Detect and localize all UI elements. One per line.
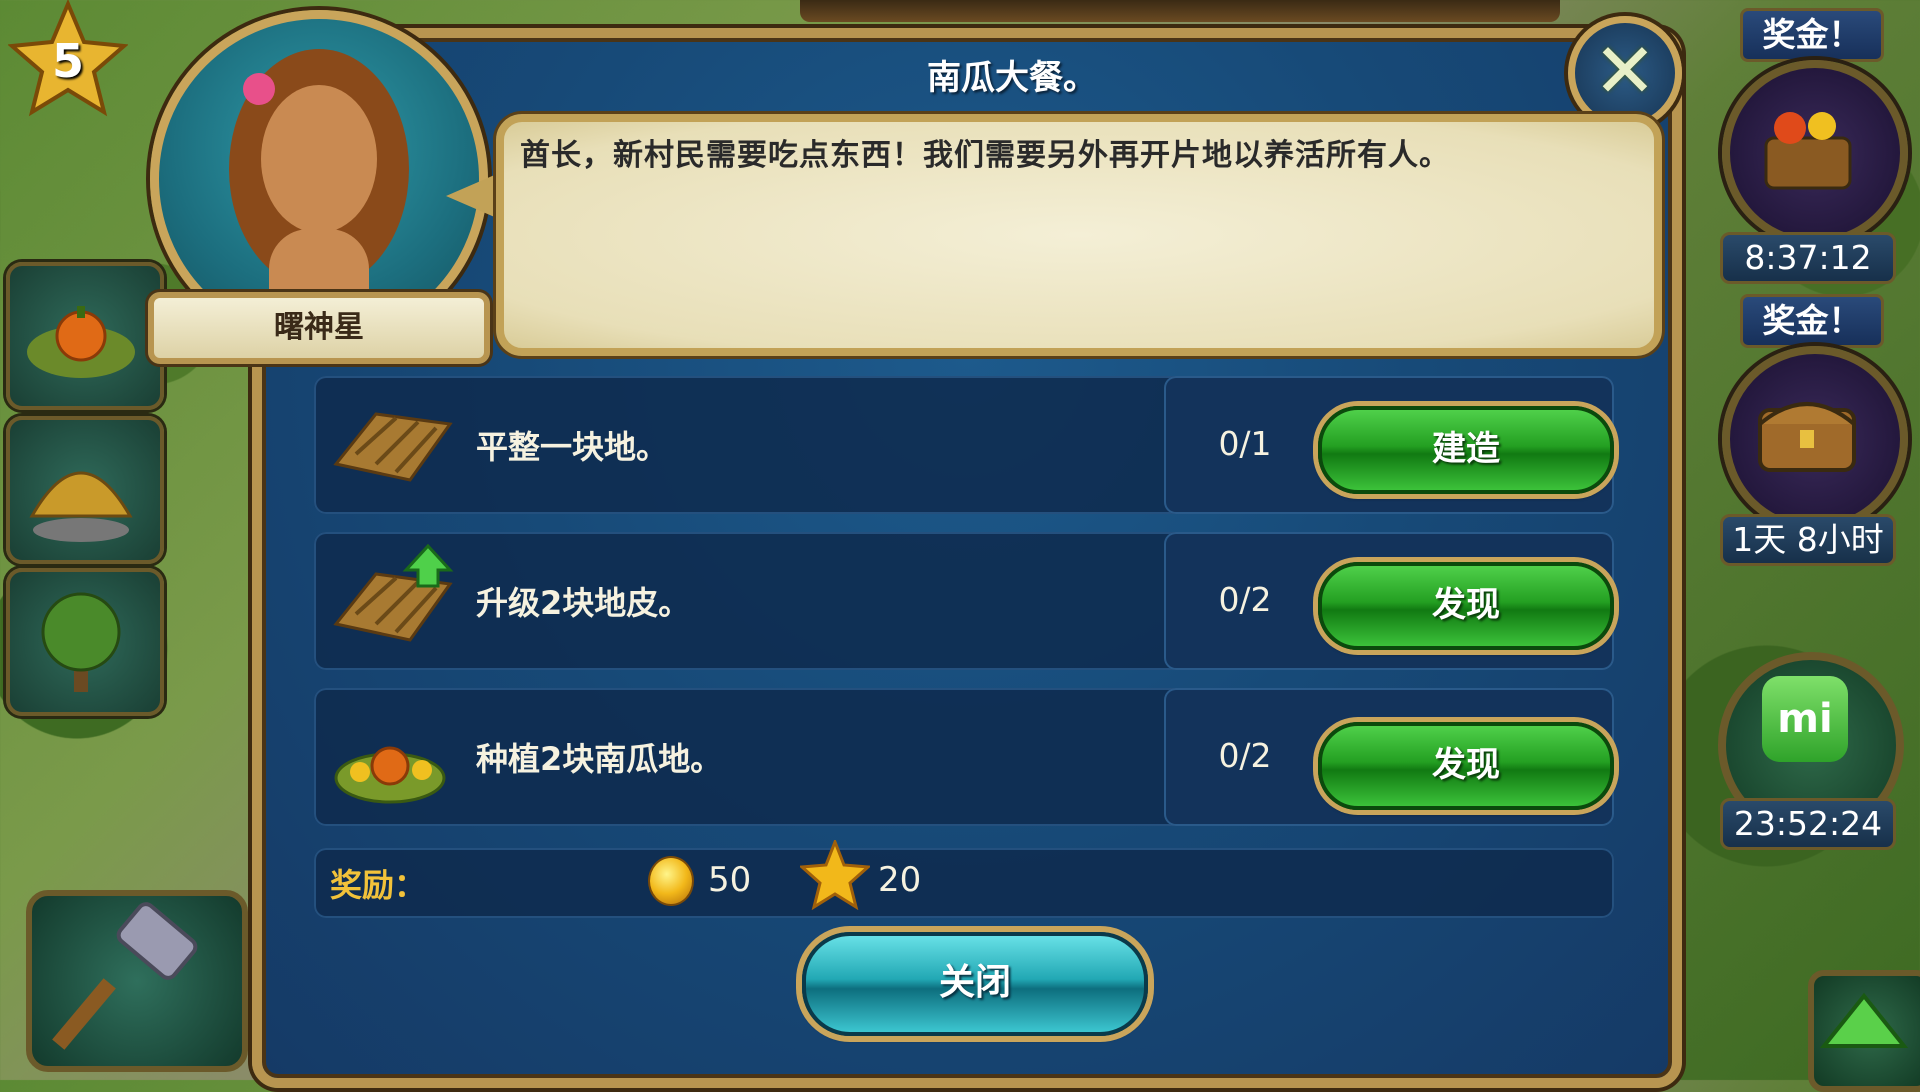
bonus-timer: 1天 8小时: [1720, 514, 1896, 566]
bonus-timer: 8:37:12: [1720, 232, 1896, 284]
pumpkin-icon: [27, 306, 135, 378]
task-label: 升级2块地皮。: [476, 584, 691, 622]
character-avatar-icon: [229, 49, 409, 339]
mi-chat-label: mi: [1777, 696, 1833, 742]
task-progress: 0/2: [1218, 736, 1272, 775]
farm-plot-upgrade-icon: [333, 544, 454, 642]
build-button-label: 建造: [1432, 429, 1500, 469]
farm-plot-icon: [333, 412, 453, 482]
task-progress: 0/1: [1218, 424, 1272, 463]
hut-shop-item[interactable]: [6, 416, 164, 564]
find-button-label: 发现: [1432, 745, 1500, 785]
top-resource-bar: [800, 0, 1560, 22]
mi-timer: 23:52:24: [1720, 798, 1896, 850]
task-label: 平整一块地。: [476, 428, 669, 466]
reward-row: [314, 848, 1614, 918]
character-name: 曙神星: [274, 310, 364, 345]
reward-coins: 50: [708, 860, 752, 900]
hut-icon: [29, 471, 133, 542]
find-button[interactable]: 发现: [1318, 562, 1614, 650]
bonus-tag: 奖金！: [1740, 8, 1884, 62]
bonus-timer-text: 1天 8小时: [1732, 520, 1884, 559]
chest-bonus-button[interactable]: [1722, 346, 1908, 532]
character-nameplate: 曙神星: [148, 292, 490, 364]
find-button-label: 发现: [1432, 585, 1500, 625]
build-button[interactable]: 建造: [1318, 406, 1614, 494]
pumpkin-patch-icon: [334, 746, 446, 804]
pumpkin-patch-shop-item[interactable]: [6, 262, 164, 410]
close-button-label: 关闭: [938, 962, 1011, 1003]
reward-xp: 20: [878, 860, 922, 900]
build-hammer-button[interactable]: [26, 890, 248, 1072]
bonus-label: 奖金！: [1762, 15, 1862, 54]
coin-icon: [648, 856, 694, 906]
hammer-icon: [52, 902, 198, 1050]
close-icon: ✕: [1593, 26, 1657, 115]
bonus-tag: 奖金！: [1740, 294, 1884, 348]
up-arrow-icon: [1819, 992, 1909, 1048]
task-progress: 0/2: [1218, 580, 1272, 619]
player-level: 5: [51, 34, 84, 88]
treasure-fruit-icon: [1764, 112, 1852, 190]
reward-label: 奖励：: [330, 866, 427, 904]
expand-menu-button[interactable]: [1808, 970, 1920, 1092]
mi-chat-icon: mi: [1762, 676, 1848, 762]
close-button[interactable]: 关闭: [802, 932, 1148, 1036]
bonus-label: 奖金！: [1762, 301, 1862, 340]
treasure-bonus-button[interactable]: [1722, 60, 1908, 246]
find-button[interactable]: 发现: [1318, 722, 1614, 810]
bonus-timer-text: 8:37:12: [1744, 238, 1872, 277]
mi-timer-text: 23:52:24: [1733, 804, 1883, 843]
task-label: 种植2块南瓜地。: [476, 740, 723, 778]
quest-title: 南瓜大餐。: [927, 58, 1097, 98]
treasure-chest-icon: [1758, 402, 1856, 472]
speech-text: 酋长，新村民需要吃点东西！我们需要另外再开片地以养活所有人。: [520, 138, 1450, 173]
xp-star-icon: [800, 840, 870, 910]
tree-shop-item[interactable]: [6, 568, 164, 716]
dialog-close-x-button[interactable]: ✕: [1568, 16, 1682, 130]
tree-icon: [41, 592, 121, 692]
